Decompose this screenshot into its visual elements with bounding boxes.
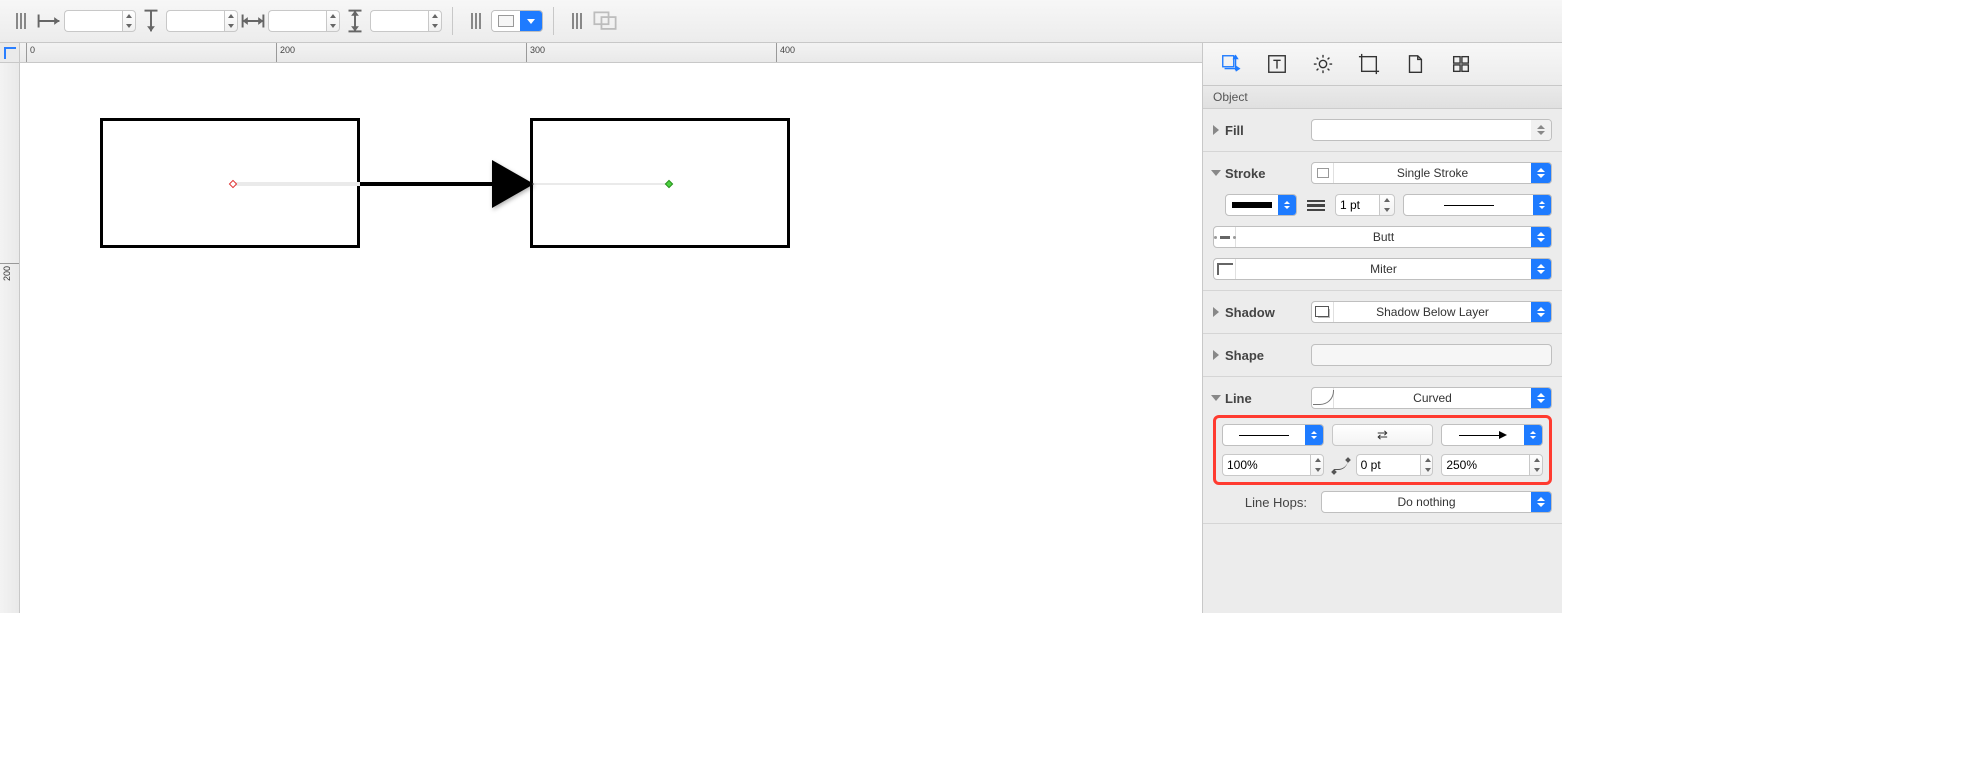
- stroke-color-select[interactable]: [1225, 194, 1297, 216]
- line-ends-highlight: ⇄: [1213, 415, 1552, 485]
- tab-canvas[interactable]: [1355, 50, 1383, 78]
- line-type-label: Curved: [1334, 391, 1531, 405]
- shadow-mode-label: Shadow Below Layer: [1334, 305, 1531, 319]
- canvas-area: 0 200 300 400 200: [0, 43, 1202, 613]
- tab-grid[interactable]: [1447, 50, 1475, 78]
- stroke-cap-label: Butt: [1236, 230, 1531, 244]
- fill-type-select[interactable]: [1311, 119, 1552, 141]
- disclosure-icon[interactable]: [1211, 395, 1221, 401]
- line-hops-label: Line Hops:: [1213, 495, 1313, 510]
- arrowhead-icon[interactable]: [492, 160, 534, 208]
- ruler-mark: 300: [530, 45, 545, 55]
- bezier-icon: [1332, 458, 1350, 472]
- disclosure-icon[interactable]: [1213, 350, 1219, 360]
- stroke-dash-select[interactable]: [1403, 194, 1552, 216]
- ruler-origin-icon[interactable]: [0, 43, 20, 63]
- line-hops-value: Do nothing: [1322, 495, 1531, 509]
- stroke-join-select[interactable]: Miter: [1213, 258, 1552, 280]
- disclosure-icon[interactable]: [1213, 125, 1219, 135]
- height-field[interactable]: [370, 10, 442, 32]
- swap-line-ends-button[interactable]: ⇄: [1332, 424, 1434, 446]
- canvas[interactable]: [20, 63, 1202, 613]
- horizontal-ruler[interactable]: 0 200 300 400: [20, 43, 1202, 63]
- tab-text[interactable]: [1263, 50, 1291, 78]
- ruler-mark: 200: [280, 45, 295, 55]
- connection-preview: [530, 183, 670, 185]
- ruler-mark: 0: [30, 45, 35, 55]
- y-position-field[interactable]: [166, 10, 238, 32]
- disclosure-icon[interactable]: [1211, 170, 1221, 176]
- connection-line[interactable]: [360, 182, 510, 186]
- tab-properties[interactable]: [1309, 50, 1337, 78]
- stroke-position-icon[interactable]: [1305, 200, 1327, 211]
- line-head-style-select[interactable]: [1441, 424, 1543, 446]
- section-fill-title: Fill: [1225, 123, 1244, 138]
- x-position-field[interactable]: [64, 10, 136, 32]
- line-tail-scale-field[interactable]: [1222, 454, 1324, 476]
- height-icon[interactable]: [342, 10, 368, 32]
- group-icon[interactable]: [564, 10, 590, 32]
- ruler-mark: 400: [780, 45, 795, 55]
- distribute-icon[interactable]: [463, 10, 489, 32]
- inspector-title: Object: [1203, 86, 1562, 109]
- disclosure-icon[interactable]: [1213, 307, 1219, 317]
- section-stroke-title: Stroke: [1225, 166, 1265, 181]
- fill-color-picker[interactable]: [491, 10, 543, 32]
- ruler-mark: 200: [2, 266, 12, 281]
- stroke-cap-select[interactable]: Butt: [1213, 226, 1552, 248]
- combine-shapes-icon[interactable]: [592, 10, 618, 32]
- position-y-icon[interactable]: [138, 10, 164, 32]
- align-left-icon[interactable]: [8, 10, 34, 32]
- line-head-scale-field[interactable]: [1441, 454, 1543, 476]
- width-field[interactable]: [268, 10, 340, 32]
- line-tail-style-select[interactable]: [1222, 424, 1324, 446]
- shape-type-select[interactable]: [1311, 344, 1552, 366]
- stroke-style-label: Single Stroke: [1334, 166, 1531, 180]
- stroke-width-field[interactable]: [1335, 194, 1395, 216]
- tab-object[interactable]: [1217, 50, 1245, 78]
- line-hops-select[interactable]: Do nothing: [1321, 491, 1552, 513]
- inspector-panel: Object Fill Stroke: [1202, 43, 1562, 613]
- section-line-title: Line: [1225, 391, 1252, 406]
- tab-document[interactable]: [1401, 50, 1429, 78]
- inspector-tabs: [1203, 43, 1562, 86]
- shadow-mode-select[interactable]: Shadow Below Layer: [1311, 301, 1552, 323]
- stroke-join-label: Miter: [1236, 262, 1531, 276]
- section-shape-title: Shape: [1225, 348, 1264, 363]
- width-icon[interactable]: [240, 10, 266, 32]
- top-toolbar: [0, 0, 1562, 43]
- vertical-ruler[interactable]: 200: [0, 63, 20, 613]
- line-type-select[interactable]: Curved: [1311, 387, 1552, 409]
- position-x-icon[interactable]: [36, 10, 62, 32]
- line-corner-radius-field[interactable]: [1356, 454, 1434, 476]
- stroke-style-select[interactable]: Single Stroke: [1311, 162, 1552, 184]
- section-shadow-title: Shadow: [1225, 305, 1275, 320]
